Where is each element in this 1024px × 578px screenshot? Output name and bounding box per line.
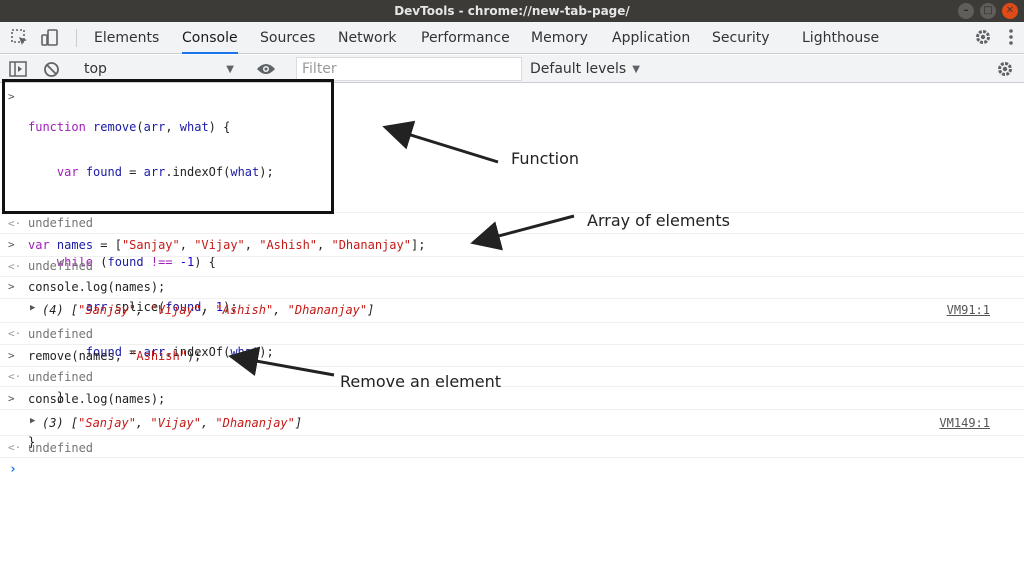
array-output: (3) ["Sanjay", "Vijay", "Dhananjay"] [42,416,303,430]
tab-elements[interactable]: Elements [94,22,159,54]
tab-performance[interactable]: Performance [421,22,510,54]
tab-memory[interactable]: Memory [531,22,588,54]
result-prompt-icon: <· [8,217,22,230]
inspect-element-icon[interactable] [10,28,30,48]
console-result-row: <· undefined [0,323,1024,345]
remove-annotation: Remove an element [340,372,502,391]
log-levels-dropdown[interactable]: Default levels ▼ [530,55,640,83]
settings-gear-icon[interactable] [974,28,992,46]
context-label: top [84,61,107,77]
maximize-icon[interactable]: □ [980,3,996,19]
console-input-row: > console.log(names); [0,388,1024,410]
console-settings-icon[interactable] [996,55,1014,83]
expand-triangle-icon[interactable]: ▶ [30,303,35,313]
console-input-row: > console.log(names); [0,277,1024,299]
console-input-row: > var names = ["Sanjay", "Vijay", "Ashis… [0,235,1024,257]
console-log-call: console.log(names); [28,280,166,294]
array-annotation: Array of elements [587,211,730,230]
tab-security[interactable]: Security [712,22,770,54]
console-result-row: <· undefined [0,257,1024,277]
input-prompt-icon: > [8,280,15,293]
input-prompt-icon: > [8,392,15,405]
levels-label: Default levels [530,61,627,77]
tab-separator [76,29,77,47]
dropdown-arrow-icon: ▼ [226,63,234,75]
close-icon[interactable]: ✕ [1002,3,1018,19]
source-link[interactable]: VM149:1 [939,416,990,430]
window-title: DevTools - chrome://new-tab-page/ [394,4,630,18]
result-prompt-icon: <· [8,370,22,383]
array-output: (4) ["Sanjay", "Vijay", "Ashish", "Dhana… [42,303,375,317]
window-titlebar: DevTools - chrome://new-tab-page/ – □ ✕ [0,0,1024,22]
result-undefined: undefined [28,216,94,230]
names-declaration: var names = ["Sanjay", "Vijay", "Ashish"… [28,238,426,252]
more-options-icon[interactable] [1008,28,1014,46]
tab-application[interactable]: Application [612,22,690,54]
filter-input[interactable]: Filter [296,57,522,81]
console-input-caret-icon[interactable]: › [9,462,17,477]
source-link[interactable]: VM91:1 [947,303,990,317]
minimize-icon[interactable]: – [958,3,974,19]
tab-sources[interactable]: Sources [260,22,315,54]
device-toolbar-icon[interactable] [40,28,60,48]
result-undefined: undefined [28,327,94,341]
tab-console[interactable]: Console [182,22,238,54]
levels-chevron-icon: ▼ [632,63,640,75]
console-log-output: ▶ (3) ["Sanjay", "Vijay", "Dhananjay"] V… [0,410,1024,436]
expand-triangle-icon[interactable]: ▶ [30,416,35,426]
console-log-call: console.log(names); [28,392,166,406]
console-input-row: > remove(names, "Ashish"); [0,345,1024,367]
tab-network[interactable]: Network [338,22,396,54]
result-prompt-icon: <· [8,327,22,340]
result-undefined: undefined [28,441,94,455]
devtools-tabbar: Elements Console Sources Network Perform… [0,22,1024,54]
input-prompt-icon: > [8,349,15,362]
remove-call: remove(names, "Ashish"); [28,349,202,363]
console-result-row: <· undefined [0,367,1024,387]
function-annotation: Function [511,149,580,168]
result-undefined: undefined [28,370,94,384]
console-result-row: <· undefined [0,436,1024,458]
result-prompt-icon: <· [8,441,22,454]
result-undefined: undefined [28,259,94,273]
input-prompt-icon: > [8,238,15,251]
console-result-row: <· undefined [0,214,1024,234]
tab-lighthouse[interactable]: Lighthouse [802,22,879,54]
result-prompt-icon: <· [8,260,22,273]
function-highlight-box [2,79,334,214]
console-log-output: ▶ (4) ["Sanjay", "Vijay", "Ashish", "Dha… [0,299,1024,323]
